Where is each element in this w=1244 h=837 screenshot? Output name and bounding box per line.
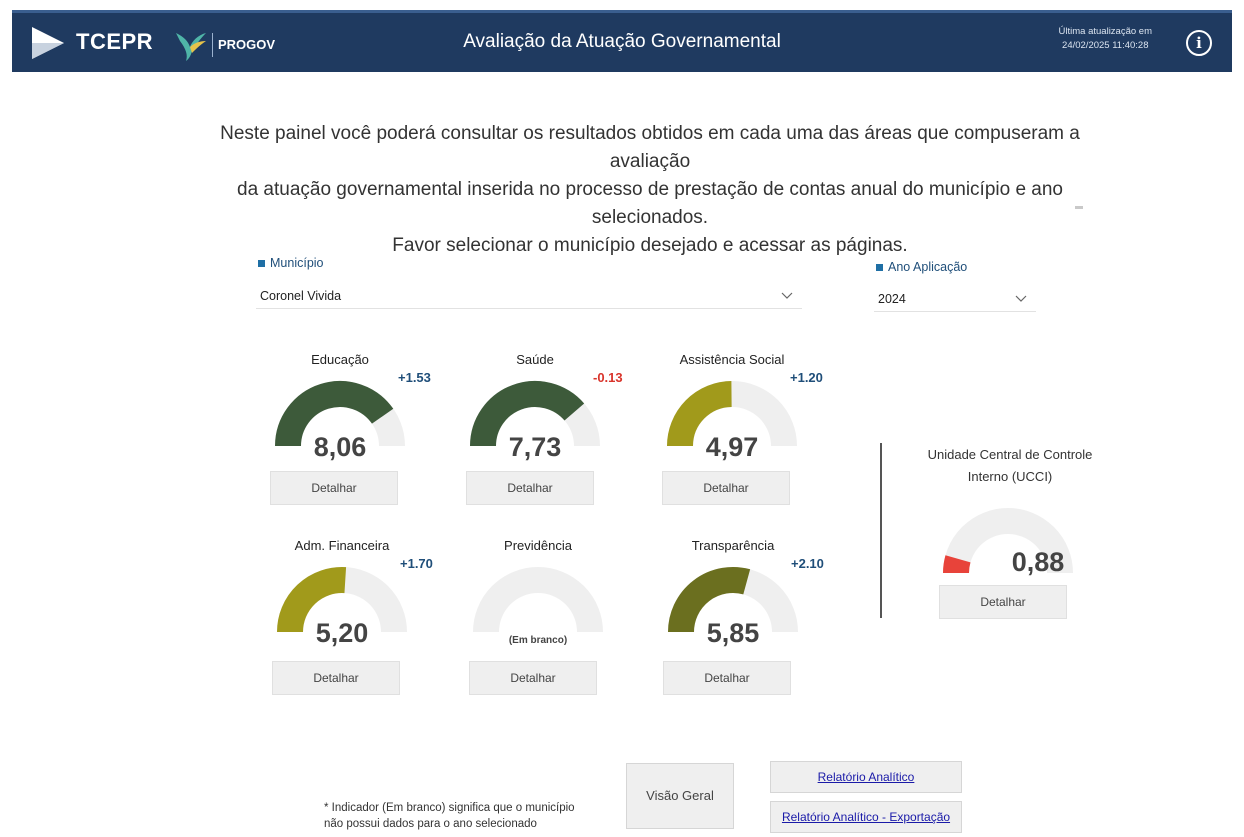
dashboard: TCEPR PROGOV Avaliação da Atuação Govern… <box>0 0 1244 837</box>
detalhar-saude-button[interactable]: Detalhar <box>466 471 594 505</box>
gauge-fill <box>942 555 971 574</box>
ano-value: 2024 <box>878 292 906 306</box>
gauge-transparencia: Transparência 5,85 +2.10 <box>663 538 824 668</box>
slicer-square-icon <box>258 259 265 267</box>
gauge-value: 5,85 <box>706 618 760 648</box>
gauge-track <box>473 567 603 633</box>
gauge-value: 0,88 <box>1011 547 1065 577</box>
last-update: Última atualização em 24/02/2025 11:40:2… <box>1059 25 1152 53</box>
slicer-square-icon <box>876 263 883 271</box>
detalhar-assistencia-social-button[interactable]: Detalhar <box>662 471 790 505</box>
gauge-title: Educação <box>311 352 369 367</box>
gauge-saude: Saúde 7,73 -0.13 <box>465 352 625 482</box>
last-update-value: 24/02/2025 11:40:28 <box>1062 40 1149 51</box>
gauge-delta: -0.13 <box>593 370 623 385</box>
gauge-value: 4,97 <box>705 432 759 462</box>
intro-text: Neste painel você poderá consultar os re… <box>180 120 1120 260</box>
last-update-label: Última atualização em <box>1058 26 1152 37</box>
gauge-assistencia-social: Assistência Social 4,97 +1.20 <box>662 352 823 482</box>
gauge-blank-label: (Em branco) <box>508 635 568 646</box>
ano-label-text: Ano Aplicação <box>888 260 968 274</box>
detalhar-educacao-button[interactable]: Detalhar <box>270 471 398 505</box>
small-marker <box>1075 206 1083 209</box>
gauge-delta: +1.53 <box>398 370 431 385</box>
info-icon[interactable]: i <box>1186 30 1212 56</box>
gauge-title: Previdência <box>504 538 572 553</box>
gauge-value: 5,20 <box>315 618 369 648</box>
gauge-value: 7,73 <box>508 432 562 462</box>
detalhar-adm-financeira-button[interactable]: Detalhar <box>272 661 400 695</box>
ucci-title-line-1: Unidade Central de Controle <box>927 447 1093 462</box>
chevron-down-icon <box>1015 295 1027 302</box>
gauge-value: 8,06 <box>313 432 367 462</box>
detalhar-ucci-button[interactable]: Detalhar <box>939 585 1067 619</box>
footnote: * Indicador (Em branco) significa que o … <box>324 800 575 832</box>
gauge-delta: +1.20 <box>790 370 823 385</box>
chevron-down-icon <box>781 292 793 299</box>
footnote-line-1: * Indicador (Em branco) significa que o … <box>324 802 575 814</box>
section-divider <box>880 443 882 618</box>
gauge-adm-financeira: Adm. Financeira 5,20 +1.70 <box>272 538 433 668</box>
detalhar-transparencia-button[interactable]: Detalhar <box>663 661 791 695</box>
municipio-label-text: Município <box>270 256 324 270</box>
gauge-educacao: Educação 8,06 +1.53 <box>270 352 431 482</box>
municipio-value: Coronel Vivida <box>260 289 342 303</box>
header-bar: TCEPR PROGOV Avaliação da Atuação Govern… <box>12 10 1232 72</box>
municipio-select[interactable]: Coronel Vivida <box>256 283 802 309</box>
page-title: Avaliação da Atuação Governamental <box>463 31 781 52</box>
intro-line-1: Neste painel você poderá consultar os re… <box>220 123 1080 172</box>
visao-geral-button[interactable]: Visão Geral <box>626 763 734 829</box>
gauge-delta: +1.70 <box>400 556 433 571</box>
ano-label: Ano Aplicação <box>876 260 967 274</box>
gauge-title: Saúde <box>516 352 554 367</box>
gauge-title: Adm. Financeira <box>294 538 390 553</box>
relatorio-analitico-link[interactable]: Relatório Analítico <box>770 761 962 793</box>
footnote-line-2: não possui dados para o ano selecionado <box>324 818 537 830</box>
gauge-previdencia: Previdência (Em branco) <box>468 538 628 668</box>
detalhar-previdencia-button[interactable]: Detalhar <box>469 661 597 695</box>
intro-line-2: da atuação governamental inserida no pro… <box>237 179 1063 228</box>
gauge-title: Transparência <box>691 538 775 553</box>
ano-select[interactable]: 2024 <box>874 286 1036 312</box>
gauge-arc <box>473 567 603 633</box>
gauge-title: Assistência Social <box>679 352 785 367</box>
relatorio-exportacao-link[interactable]: Relatório Analítico - Exportação <box>770 801 962 833</box>
municipio-label: Município <box>258 256 324 270</box>
gauge-delta: +2.10 <box>791 556 824 571</box>
